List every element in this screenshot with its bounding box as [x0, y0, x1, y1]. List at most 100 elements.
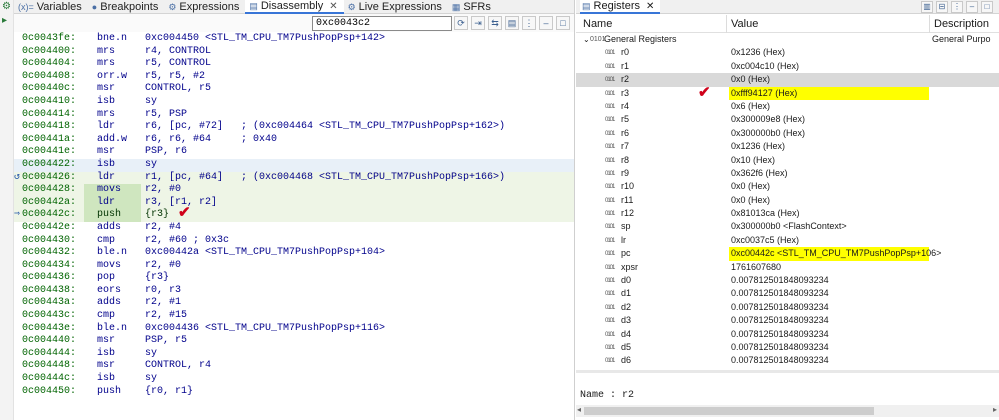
tab-disassembly[interactable]: ▤ Disassembly ✕ [245, 0, 344, 14]
column-description[interactable]: Description [934, 18, 989, 30]
register-row-d2[interactable]: 0101 d2 0.007812501848093234 [576, 301, 999, 314]
disassembly-list[interactable]: 0c0043fe: bne.n 0xc004450 <STL_TM_CPU_TM7P… [14, 33, 574, 420]
register-row-r5[interactable]: 0101 r5 0x300009e8 (Hex) [576, 113, 999, 126]
disassembly-row[interactable]: 0c004430: cmp r2, #60 ; 0x3c [14, 235, 574, 248]
disassembly-row[interactable]: 0c00440c: msr CONTROL, r5 [14, 83, 574, 96]
scroll-left-icon[interactable]: ◂ [577, 405, 581, 414]
register-value[interactable]: 0x0 (Hex) [729, 73, 772, 86]
disassembly-row[interactable]: 0c00443c: cmp r2, #15 [14, 310, 574, 323]
disassembly-row[interactable]: 0c00443e: ble.n 0xc004436 <STL_TM_CPU_TM7P… [14, 323, 574, 336]
disassembly-row[interactable]: 0c004438: eors r0, r3 [14, 285, 574, 298]
register-value[interactable]: 0xc004c10 (Hex) [729, 60, 801, 73]
disassembly-row[interactable]: 0c004448: msr CONTROL, r4 [14, 360, 574, 373]
register-row-r10[interactable]: 0101 r10 0x0 (Hex) [576, 180, 999, 193]
maximize-icon[interactable]: □ [556, 16, 570, 30]
disassembly-row[interactable]: 0c0043fe: bne.n 0xc004450 <STL_TM_CPU_TM7P… [14, 33, 574, 46]
register-value[interactable]: 0xfff94127 (Hex) [729, 86, 929, 100]
register-row-d5[interactable]: 0101 d5 0.007812501848093234 [576, 341, 999, 354]
register-value[interactable]: 0.007812501848093234 [729, 314, 831, 327]
address-input[interactable] [312, 16, 452, 31]
register-value[interactable]: 0x6 (Hex) [729, 100, 772, 113]
minimize-icon[interactable]: – [966, 1, 978, 13]
horizontal-scrollbar[interactable]: ◂ ▸ [576, 405, 999, 417]
register-row-d4[interactable]: 0101 d4 0.007812501848093234 [576, 328, 999, 341]
tab-registers[interactable]: ▤ Registers ✕ [580, 0, 661, 14]
register-group-general[interactable]: ⌄ 0101 General Registers General Purpo [576, 33, 999, 46]
register-row-pc[interactable]: 0101 pc 0xc00442c <STL_TM_CPU_TM7PushPopPs… [576, 247, 999, 261]
disassembly-row[interactable]: 0c004450: push {r0, r1} [14, 386, 574, 399]
disassembly-row[interactable]: ↺ 0c004426: ldr r1, [pc, #64] ; (0xc004468 … [14, 171, 574, 185]
register-row-r6[interactable]: 0101 r6 0x300000b0 (Hex) [576, 127, 999, 140]
disassembly-row[interactable]: 0c004400: mrs r4, CONTROL [14, 46, 574, 59]
column-divider[interactable] [726, 15, 727, 33]
disassembly-row[interactable]: 0c004428: movs r2, #0 [14, 184, 574, 197]
register-value[interactable]: 0x300009e8 (Hex) [729, 113, 807, 126]
register-value[interactable]: 0xc0037c5 (Hex) [729, 234, 801, 247]
register-value[interactable]: 0.007812501848093234 [729, 354, 831, 367]
disassembly-row[interactable]: 0c00444c: isb sy [14, 373, 574, 386]
column-value[interactable]: Value [731, 18, 758, 30]
close-icon[interactable]: ✕ [646, 1, 654, 12]
register-value[interactable]: 0.007812501848093234 [729, 274, 831, 287]
register-value[interactable]: 0x1236 (Hex) [729, 46, 787, 59]
debug-icon[interactable]: ⚙ [2, 2, 12, 12]
register-row-r7[interactable]: 0101 r7 0x1236 (Hex) [576, 140, 999, 153]
filter-icon[interactable]: ▤ [505, 16, 519, 30]
register-value[interactable]: 0x362f6 (Hex) [729, 167, 790, 180]
disassembly-row[interactable]: 0c004408: orr.w r5, r5, #2 [14, 71, 574, 84]
register-row-lr[interactable]: 0101 lr 0xc0037c5 (Hex) [576, 234, 999, 247]
disassembly-row[interactable]: 0c004444: isb sy [14, 348, 574, 361]
disassembly-row[interactable]: 0c00442a: ldr r3, [r1, r2] [14, 196, 574, 210]
register-row-r11[interactable]: 0101 r11 0x0 (Hex) [576, 194, 999, 207]
register-row-r12[interactable]: 0101 r12 0x81013ca (Hex) [576, 207, 999, 220]
register-value[interactable]: 0x1236 (Hex) [729, 140, 787, 153]
minimize-icon[interactable]: – [539, 16, 553, 30]
disassembly-row[interactable]: 0c004436: pop {r3} [14, 272, 574, 285]
link-icon[interactable]: ⇆ [488, 16, 502, 30]
register-row-xpsr[interactable]: 0101 xpsr 1761607680 [576, 261, 999, 274]
collapse-all-icon[interactable]: ⊟ [936, 1, 948, 13]
refresh-icon[interactable]: ⟳ [454, 16, 468, 30]
register-value[interactable]: 0xc00442c <STL_TM_CPU_TM7PushPopPsp+106> [729, 247, 941, 261]
register-value[interactable]: 0x300000b0 (Hex) [729, 127, 807, 140]
register-row-d3[interactable]: 0101 d3 0.007812501848093234 [576, 314, 999, 327]
go-to-pc-icon[interactable]: ⇥ [471, 16, 485, 30]
view-menu-icon[interactable]: ⋮ [951, 1, 963, 13]
disassembly-row[interactable]: 0c00442e: adds r2, #4 [14, 222, 574, 235]
disassembly-row[interactable]: 0c004414: mrs r5, PSP [14, 109, 574, 122]
register-value[interactable]: 0x300000b0 <FlashContext> [729, 220, 849, 233]
register-row-r3[interactable]: 0101 r3 0xfff94127 (Hex) [576, 86, 999, 100]
disassembly-row[interactable]: ⇒ 0c00442c: push {r3} [14, 209, 574, 222]
column-name[interactable]: Name [583, 18, 612, 30]
scroll-right-icon[interactable]: ▸ [993, 405, 997, 414]
breakpoint-marker-icon[interactable]: ↺ [14, 172, 20, 185]
disassembly-row[interactable]: 0c004440: msr PSP, r5 [14, 335, 574, 348]
register-value[interactable]: 0.007812501848093234 [729, 341, 831, 354]
tab-sfrs[interactable]: ▦ SFRs [448, 0, 497, 14]
tab-live-expressions[interactable]: ⚙ Live Expressions [344, 0, 448, 14]
register-row-d0[interactable]: 0101 d0 0.007812501848093234 [576, 274, 999, 287]
register-value[interactable]: 0x0 (Hex) [729, 194, 772, 207]
register-row-d1[interactable]: 0101 d1 0.007812501848093234 [576, 287, 999, 300]
tab-expressions[interactable]: ⚙ Expressions [164, 0, 245, 14]
register-row-r0[interactable]: 0101 r0 0x1236 (Hex) [576, 46, 999, 59]
register-row-r2[interactable]: 0101 r2 0x0 (Hex) [576, 73, 999, 87]
register-value[interactable]: 1761607680 [729, 261, 783, 274]
register-value[interactable]: 0x10 (Hex) [729, 154, 777, 167]
disassembly-row[interactable]: 0c004432: ble.n 0xc00442a <STL_TM_CPU_TM7P… [14, 247, 574, 260]
disassembly-row[interactable]: 0c004422: isb sy [14, 158, 574, 172]
disassembly-row[interactable]: 0c004434: movs r2, #0 [14, 260, 574, 273]
view-menu-icon[interactable]: ⋮ [522, 16, 536, 30]
disassembly-row[interactable]: 0c004410: isb sy [14, 96, 574, 109]
disassembly-row[interactable]: 0c00441e: msr PSP, r6 [14, 146, 574, 159]
run-icon[interactable]: ▸ [2, 16, 12, 26]
disassembly-row[interactable]: 0c004404: mrs r5, CONTROL [14, 58, 574, 71]
chevron-down-icon[interactable]: ⌄ [583, 33, 590, 46]
register-row-sp[interactable]: 0101 sp 0x300000b0 <FlashContext> [576, 220, 999, 233]
register-row-r8[interactable]: 0101 r8 0x10 (Hex) [576, 154, 999, 167]
register-value[interactable]: 0x0 (Hex) [729, 180, 772, 193]
close-icon[interactable]: ✕ [329, 1, 337, 12]
register-value[interactable]: 0x81013ca (Hex) [729, 207, 802, 220]
disassembly-row[interactable]: 0c004418: ldr r6, [pc, #72] ; (0xc004464 <… [14, 121, 574, 134]
scroll-thumb[interactable] [584, 407, 874, 415]
